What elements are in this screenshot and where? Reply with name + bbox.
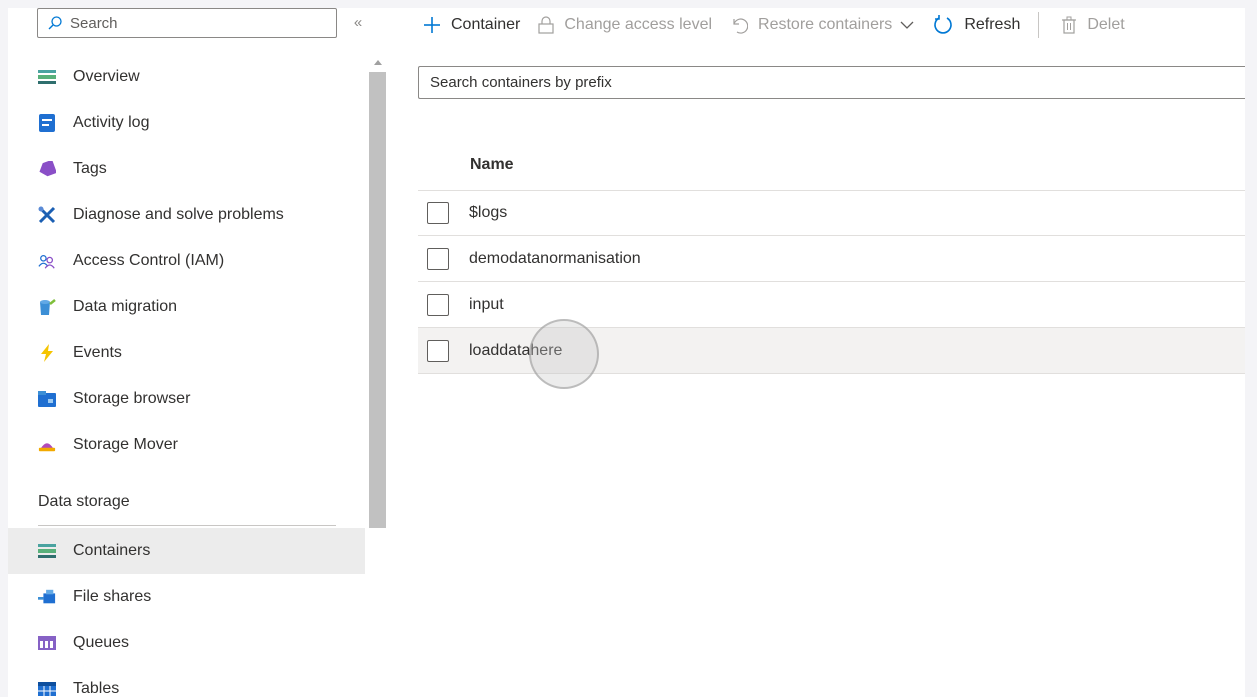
- portal-frame: Search « Overview Activity log Tags Diag…: [8, 8, 1245, 697]
- sidebar-item-containers[interactable]: Containers: [8, 528, 365, 574]
- sidebar-item-activity-log[interactable]: Activity log: [8, 100, 365, 146]
- sidebar-item-label: Data migration: [73, 298, 178, 315]
- sidebar-item-queues[interactable]: Queues: [8, 620, 365, 666]
- refresh-label: Refresh: [964, 16, 1021, 33]
- sidebar-item-label: Storage Mover: [73, 436, 178, 453]
- section-title-data-storage: Data storage: [38, 493, 130, 510]
- sidebar-item-events[interactable]: Events: [8, 330, 365, 376]
- undo-icon: [730, 16, 749, 34]
- sidebar-search-input[interactable]: Search: [37, 8, 337, 38]
- row-checkbox[interactable]: [427, 339, 449, 362]
- queues-icon: [38, 634, 56, 652]
- add-container-button[interactable]: Container: [423, 16, 520, 34]
- tag-icon: [38, 160, 56, 178]
- people-icon: [38, 252, 56, 270]
- sidebar-item-iam[interactable]: Access Control (IAM): [8, 238, 365, 284]
- file-shares-icon: [38, 588, 56, 606]
- sidebar-item-label: Queues: [73, 634, 130, 651]
- table-row[interactable]: input: [418, 282, 1245, 328]
- sidebar-item-storage-browser[interactable]: Storage browser: [8, 376, 365, 422]
- chevron-down-icon: [900, 20, 914, 30]
- sidebar: Search « Overview Activity log Tags Diag…: [8, 8, 365, 697]
- refresh-button[interactable]: Refresh: [932, 14, 1020, 36]
- sidebar-item-data-migration[interactable]: Data migration: [8, 284, 365, 330]
- table-row[interactable]: $logs: [418, 190, 1245, 236]
- wrench-icon: [38, 206, 56, 224]
- column-header-name[interactable]: Name: [470, 156, 514, 174]
- sidebar-item-label: Containers: [73, 542, 151, 559]
- change-access-level-label: Change access level: [564, 16, 713, 33]
- container-name[interactable]: input: [469, 296, 504, 314]
- sidebar-item-storage-mover[interactable]: Storage Mover: [8, 422, 365, 468]
- table-row[interactable]: loaddatahere: [418, 328, 1245, 374]
- sidebar-item-tags[interactable]: Tags: [8, 146, 365, 192]
- sidebar-item-label: Tags: [73, 160, 107, 177]
- sidebar-item-label: Overview: [73, 68, 140, 85]
- add-container-label: Container: [451, 16, 521, 33]
- sidebar-item-diagnose[interactable]: Diagnose and solve problems: [8, 192, 365, 238]
- lightning-icon: [38, 344, 56, 362]
- lock-icon: [538, 16, 554, 34]
- storage-browser-icon: [38, 390, 56, 408]
- containers-icon: [38, 542, 56, 560]
- search-icon: [48, 16, 62, 30]
- container-name[interactable]: loaddatahere: [469, 342, 562, 360]
- activity-log-icon: [38, 114, 56, 132]
- sidebar-search-placeholder: Search: [70, 14, 118, 32]
- delete-button[interactable]: Delet: [1061, 16, 1125, 34]
- container-name[interactable]: demodatanormanisation: [469, 250, 641, 268]
- sidebar-scroll-thumb[interactable]: [369, 72, 386, 528]
- section-divider: [38, 525, 336, 526]
- sidebar-item-file-shares[interactable]: File shares: [8, 574, 365, 620]
- tables-icon: [38, 680, 56, 697]
- change-access-level-button[interactable]: Change access level: [538, 16, 712, 34]
- sidebar-item-label: Diagnose and solve problems: [73, 206, 284, 223]
- delete-label: Delet: [1087, 16, 1125, 33]
- container-prefix-search-input[interactable]: Search containers by prefix: [418, 66, 1245, 99]
- container-name[interactable]: $logs: [469, 204, 507, 222]
- container-prefix-search-placeholder: Search containers by prefix: [430, 74, 612, 91]
- sidebar-item-label: Tables: [73, 680, 120, 697]
- row-checkbox[interactable]: [427, 247, 449, 270]
- storage-mover-icon: [38, 436, 56, 454]
- table-row[interactable]: demodatanormanisation: [418, 236, 1245, 282]
- plus-icon: [423, 16, 441, 34]
- collapse-sidebar-icon[interactable]: «: [354, 14, 362, 31]
- restore-containers-button[interactable]: Restore containers: [730, 16, 914, 34]
- sidebar-item-label: Storage browser: [73, 390, 191, 407]
- toolbar: Container Change access level Restore co…: [423, 8, 1245, 42]
- sidebar-item-label: Events: [73, 344, 122, 361]
- row-checkbox[interactable]: [427, 293, 449, 316]
- sidebar-item-label: File shares: [73, 588, 152, 605]
- sidebar-item-overview[interactable]: Overview: [8, 54, 365, 100]
- data-migration-icon: [38, 298, 56, 316]
- sidebar-item-label: Access Control (IAM): [73, 252, 225, 269]
- refresh-icon: [932, 14, 954, 36]
- sidebar-item-label: Activity log: [73, 114, 150, 131]
- scroll-up-arrow-icon[interactable]: [374, 60, 382, 65]
- row-checkbox[interactable]: [427, 201, 449, 224]
- overview-icon: [38, 68, 56, 86]
- sidebar-item-tables[interactable]: Tables: [8, 666, 365, 697]
- toolbar-divider: [1038, 12, 1040, 38]
- restore-containers-label: Restore containers: [758, 16, 893, 33]
- trash-icon: [1061, 16, 1077, 34]
